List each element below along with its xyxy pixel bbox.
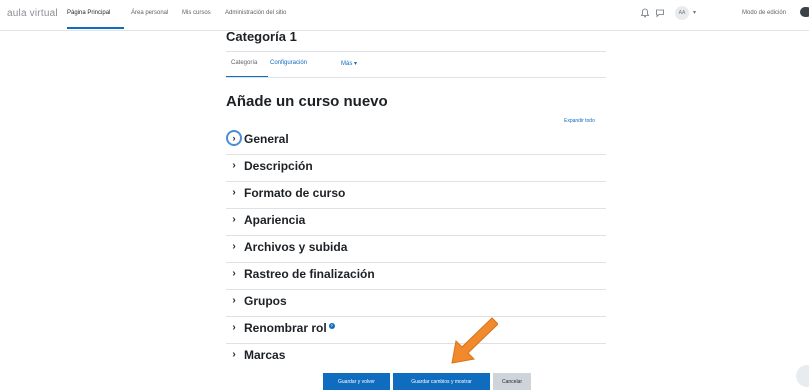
section-groups[interactable]: › Grupos: [226, 289, 606, 317]
nav-link-site-admin[interactable]: Administración del sitio: [225, 10, 286, 16]
page-title: Categoría 1: [226, 29, 297, 44]
section-rename-role[interactable]: › Renombrar rol?: [226, 316, 606, 344]
cancel-button[interactable]: Cancelar: [493, 373, 531, 390]
edit-mode-toggle[interactable]: [800, 7, 809, 17]
section-label[interactable]: Renombrar rol?: [244, 321, 335, 335]
bell-icon[interactable]: [640, 8, 650, 18]
chevron-right-icon[interactable]: ›: [228, 187, 240, 199]
section-label[interactable]: Formato de curso: [244, 186, 345, 200]
save-and-display-button[interactable]: Guardar cambios y mostrar: [393, 373, 490, 390]
tab-settings[interactable]: Configuración: [270, 60, 307, 66]
edit-mode-label: Modo de edición: [742, 10, 787, 16]
section-description[interactable]: › Descripción: [226, 154, 606, 182]
active-nav-indicator: [67, 27, 124, 29]
chevron-right-icon[interactable]: ›: [228, 160, 240, 172]
save-and-return-button[interactable]: Guardar y volver: [323, 373, 390, 390]
arrow-annotation-icon: [451, 317, 498, 364]
divider: [226, 77, 606, 78]
section-appearance[interactable]: › Apariencia: [226, 208, 606, 236]
tab-category[interactable]: Categoría: [231, 60, 257, 66]
chevron-right-icon[interactable]: ›: [226, 130, 242, 146]
help-icon[interactable]: ?: [328, 323, 335, 329]
section-label[interactable]: Descripción: [244, 159, 313, 173]
chevron-down-icon[interactable]: ▾: [693, 9, 696, 16]
nav-link-home[interactable]: Página Principal: [67, 10, 110, 16]
nav-link-my-courses[interactable]: Mis cursos: [182, 10, 211, 16]
form-heading: Añade un curso nuevo: [226, 93, 388, 110]
section-general[interactable]: › General: [226, 127, 606, 155]
site-brand[interactable]: aula virtual: [7, 8, 58, 19]
section-label[interactable]: General: [244, 132, 289, 146]
section-completion-tracking[interactable]: › Rastreo de finalización: [226, 262, 606, 290]
nav-link-dashboard[interactable]: Área personal: [131, 10, 168, 16]
divider: [226, 51, 606, 52]
section-course-format[interactable]: › Formato de curso: [226, 181, 606, 209]
chevron-right-icon[interactable]: ›: [228, 349, 240, 361]
tab-more[interactable]: Más ▾: [341, 60, 357, 67]
section-label[interactable]: Marcas: [244, 348, 285, 362]
chevron-right-icon[interactable]: ›: [228, 322, 240, 334]
section-tags[interactable]: › Marcas: [226, 343, 606, 370]
section-label[interactable]: Archivos y subida: [244, 240, 347, 254]
chevron-right-icon[interactable]: ›: [228, 268, 240, 280]
section-label[interactable]: Rastreo de finalización: [244, 267, 375, 281]
section-label[interactable]: Apariencia: [244, 213, 305, 227]
top-navbar: aula virtual Página Principal Área perso…: [0, 0, 809, 31]
section-label[interactable]: Grupos: [244, 294, 287, 308]
section-files-uploads[interactable]: › Archivos y subida: [226, 235, 606, 263]
avatar[interactable]: AA: [675, 6, 689, 20]
chevron-right-icon[interactable]: ›: [228, 214, 240, 226]
help-button[interactable]: [796, 365, 809, 387]
chat-icon[interactable]: [655, 8, 665, 18]
expand-all-link[interactable]: Expandir todo: [564, 118, 595, 124]
chevron-right-icon[interactable]: ›: [228, 295, 240, 307]
section-label-text[interactable]: Renombrar rol: [244, 321, 327, 335]
chevron-right-icon[interactable]: ›: [228, 241, 240, 253]
